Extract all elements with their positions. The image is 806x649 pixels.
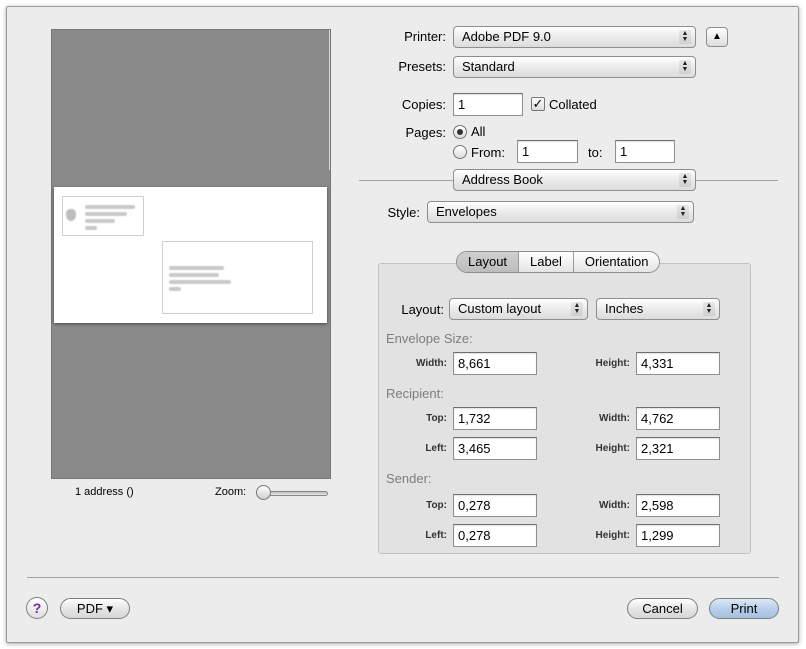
sender-address-box [62, 196, 144, 236]
sender-top-label: Top: [426, 500, 447, 511]
pages-from-radio[interactable] [453, 145, 467, 159]
pages-to-label: to: [588, 145, 603, 160]
footer-divider [27, 577, 779, 578]
popup-arrows-icon: ▲ ▼ [679, 60, 691, 74]
presets-label: Presets: [398, 59, 446, 74]
popup-arrows-icon: ▲ ▼ [679, 30, 691, 44]
apple-logo-icon [66, 209, 76, 221]
style-label: Style: [387, 205, 420, 220]
recipient-left-field[interactable]: 3,465 [453, 437, 537, 460]
sender-top-field[interactable]: 0,278 [453, 494, 537, 517]
recipient-height-label: Height: [595, 443, 630, 454]
eject-icon[interactable]: ▲ [706, 27, 728, 47]
pages-from-label: From: [471, 145, 505, 160]
recipient-heading: Recipient: [386, 386, 444, 401]
sender-left-label: Left: [425, 530, 447, 541]
collated-label: Collated [549, 97, 597, 112]
tab-layout[interactable]: Layout [457, 252, 520, 272]
panel-value: Address Book [462, 172, 543, 187]
recipient-left-label: Left: [425, 443, 447, 454]
pages-to-field[interactable]: 1 [615, 140, 675, 163]
recipient-address-box [162, 241, 313, 314]
recipient-top-field[interactable]: 1,732 [453, 407, 537, 430]
copies-label: Copies: [401, 97, 446, 112]
printer-popup[interactable]: Adobe PDF 9.0 ▲ ▼ [453, 26, 696, 48]
style-value: Envelopes [436, 204, 497, 219]
presets-value: Standard [462, 59, 515, 74]
sender-height-field[interactable]: 1,299 [636, 524, 720, 547]
sender-width-label: Width: [598, 500, 630, 511]
popup-arrows-icon: ▲ ▼ [571, 302, 583, 316]
address-count: 1 address () [75, 486, 134, 498]
units-value: Inches [605, 301, 644, 316]
popup-arrows-icon: ▲ ▼ [677, 205, 689, 219]
recipient-width-label: Width: [598, 413, 630, 424]
presets-popup[interactable]: Standard ▲ ▼ [453, 56, 696, 78]
recipient-width-field[interactable]: 4,762 [636, 407, 720, 430]
recipient-top-label: Top: [426, 413, 447, 424]
envelope-width-label: Width: [415, 358, 447, 369]
layout-popup[interactable]: Custom layout ▲ ▼ [449, 298, 588, 320]
envelope-height-label: Height: [595, 358, 630, 369]
envelope-preview [54, 187, 327, 323]
tab-segmented-control: Layout Label Orientation [456, 251, 661, 273]
cancel-button[interactable]: Cancel [627, 598, 698, 619]
popup-arrows-icon: ▲ ▼ [703, 302, 715, 316]
zoom-slider-knob[interactable] [256, 485, 271, 500]
layout-label: Layout: [401, 302, 444, 317]
collated-checkbox[interactable]: ✓ [531, 97, 545, 111]
popup-arrows-icon: ▲ ▼ [679, 173, 691, 187]
tab-orientation[interactable]: Orientation [574, 252, 660, 272]
pages-all-radio[interactable] [453, 125, 467, 139]
pdf-menu-button[interactable]: PDF ▾ [60, 598, 130, 619]
pages-from-field[interactable]: 1 [517, 140, 578, 163]
print-button[interactable]: Print [709, 598, 779, 619]
units-popup[interactable]: Inches ▲ ▼ [596, 298, 720, 320]
envelope-size-heading: Envelope Size: [386, 331, 473, 346]
sender-left-field[interactable]: 0,278 [453, 524, 537, 547]
sender-height-label: Height: [595, 530, 630, 541]
sender-heading: Sender: [386, 471, 432, 486]
printer-label: Printer: [404, 29, 446, 44]
copies-field[interactable]: 1 [453, 93, 523, 116]
panel-popup[interactable]: Address Book ▲ ▼ [453, 169, 696, 191]
sender-width-field[interactable]: 2,598 [636, 494, 720, 517]
pages-label: Pages: [405, 125, 446, 140]
zoom-label: Zoom: [215, 486, 247, 498]
help-button[interactable]: ? [26, 597, 48, 619]
tab-label[interactable]: Label [519, 252, 574, 272]
layout-value: Custom layout [458, 301, 542, 316]
printer-value: Adobe PDF 9.0 [462, 29, 551, 44]
envelope-width-field[interactable]: 8,661 [453, 352, 537, 375]
recipient-height-field[interactable]: 2,321 [636, 437, 720, 460]
style-popup[interactable]: Envelopes ▲ ▼ [427, 201, 694, 223]
envelope-height-field[interactable]: 4,331 [636, 352, 720, 375]
pages-all-label: All [471, 124, 486, 139]
